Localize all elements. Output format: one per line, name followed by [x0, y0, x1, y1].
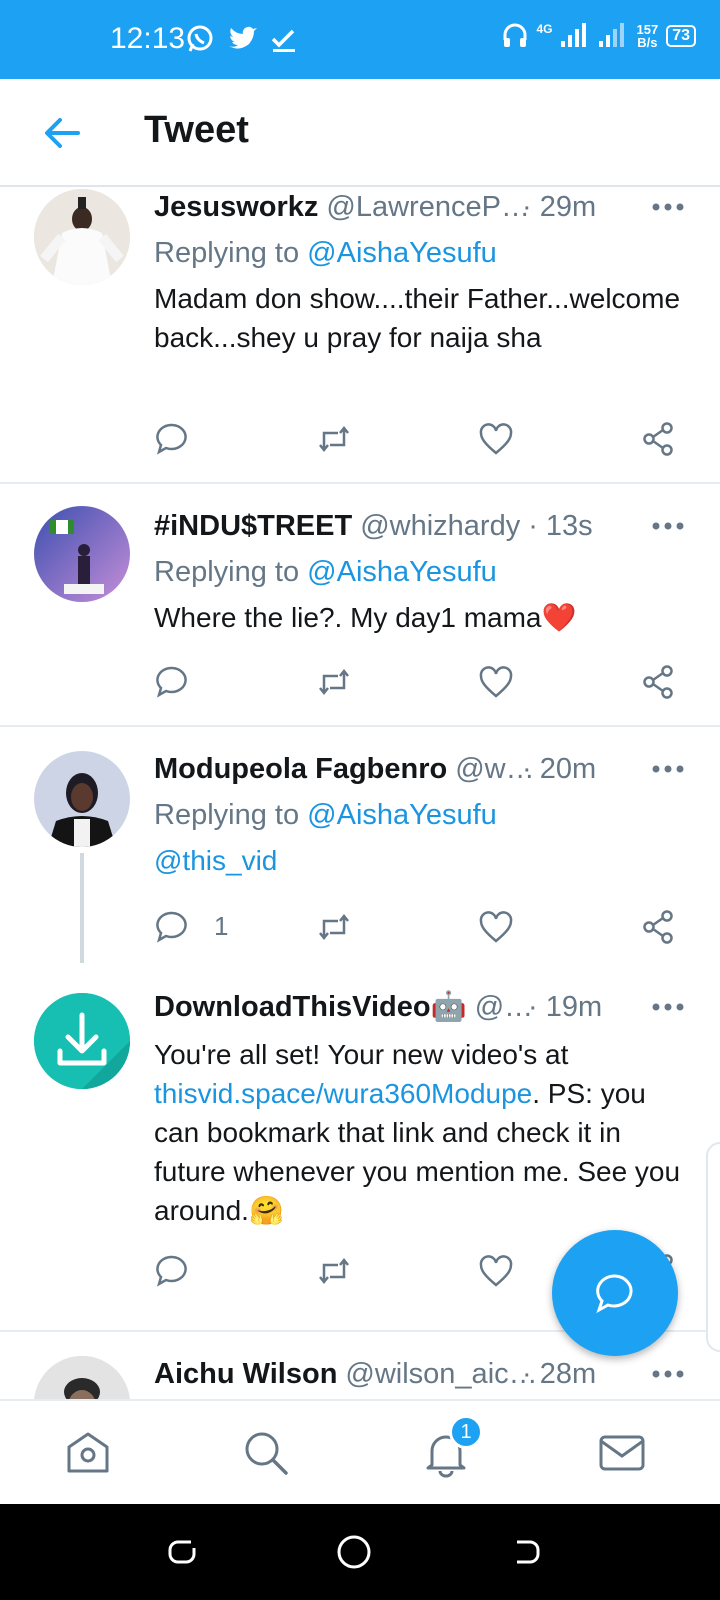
avatar[interactable]	[34, 751, 130, 847]
tweet-time: · 20m	[522, 753, 597, 785]
share-icon[interactable]	[640, 421, 676, 457]
recent-apps-icon[interactable]	[164, 1534, 200, 1570]
share-icon[interactable]	[640, 664, 676, 700]
home-icon[interactable]	[62, 1427, 114, 1479]
headphones-icon	[503, 23, 527, 47]
display-name[interactable]: Aichu Wilson	[154, 1358, 337, 1391]
more-options-icon[interactable]	[650, 759, 686, 779]
network-speed: 157 B/s	[636, 22, 659, 50]
mention-link[interactable]: @AishaYesufu	[307, 237, 497, 269]
tweet-feed[interactable]: Jesusworkz @LawrenceP… · 29m Replying to…	[0, 187, 720, 1399]
tweet-time: · 13s	[528, 509, 593, 542]
tweet-text: Madam don show....their Father...welcome…	[154, 283, 681, 353]
robot-emoji: 🤖	[430, 991, 467, 1023]
retweet-icon[interactable]	[316, 664, 352, 700]
avatar[interactable]	[34, 189, 130, 285]
reply-icon[interactable]	[154, 421, 190, 457]
tweet-time: · 29m	[522, 191, 597, 223]
user-handle[interactable]: @…	[475, 991, 533, 1024]
edge-panel-handle[interactable]	[706, 1142, 720, 1352]
home-button-icon[interactable]	[334, 1532, 374, 1572]
tweet-text: Where the lie?. My day1 mama❤️	[154, 602, 577, 633]
tweet-text: You're all set! Your new video's at this…	[154, 1039, 681, 1226]
thread-connector	[80, 853, 84, 963]
replying-to: Replying to @AishaYesufu	[154, 237, 497, 269]
reply-bubble-icon	[596, 1274, 633, 1314]
more-options-icon[interactable]	[650, 997, 686, 1017]
reply-count: 1	[214, 911, 229, 941]
display-name[interactable]: #iNDU$TREET	[154, 510, 352, 543]
avatar[interactable]	[34, 506, 130, 602]
retweet-icon[interactable]	[316, 909, 352, 945]
heart-icon[interactable]	[478, 1253, 514, 1289]
heart-icon[interactable]	[478, 421, 514, 457]
tweet-text-mention[interactable]: @this_vid	[154, 845, 277, 876]
user-handle[interactable]: @whizhardy	[360, 510, 520, 543]
signal-icon	[560, 23, 586, 47]
top-bar: Tweet	[0, 79, 720, 187]
compose-reply-button[interactable]	[552, 1230, 678, 1356]
checkmark-icon	[271, 29, 295, 52]
signal-icon-2	[598, 23, 624, 47]
tweet-actions	[154, 421, 694, 465]
replying-to: Replying to @AishaYesufu	[154, 556, 497, 588]
more-options-icon[interactable]	[650, 1364, 686, 1384]
display-name[interactable]: Jesusworkz	[154, 191, 318, 224]
tweet-time: · 19m	[528, 991, 603, 1023]
tweet-item[interactable]: Jesusworkz @LawrenceP… · 29m Replying to…	[0, 187, 720, 483]
tweet-actions	[154, 664, 694, 708]
more-options-icon[interactable]	[650, 197, 686, 217]
reply-icon[interactable]	[154, 664, 190, 700]
tweet-actions: 1	[154, 909, 694, 953]
heart-icon[interactable]	[478, 664, 514, 700]
messages-icon[interactable]	[596, 1427, 648, 1479]
mention-link[interactable]: @AishaYesufu	[307, 799, 497, 831]
replying-to: Replying to @AishaYesufu	[154, 799, 497, 831]
notification-badge: 1	[449, 1415, 483, 1449]
user-handle[interactable]: @wilson_aic…	[345, 1358, 537, 1391]
bottom-navigation: 1	[0, 1399, 720, 1504]
retweet-icon[interactable]	[316, 1253, 352, 1289]
page-title: Tweet	[144, 109, 249, 151]
search-icon[interactable]	[240, 1427, 292, 1479]
tweet-item[interactable]: #iNDU$TREET @whizhardy · 13s Replying to…	[0, 484, 720, 726]
video-link[interactable]: thisvid.space/wura360Modupe	[154, 1078, 532, 1109]
tweet-time: · 28m	[522, 1358, 597, 1390]
share-icon[interactable]	[640, 909, 676, 945]
display-name[interactable]: Modupeola Fagbenro	[154, 753, 447, 786]
avatar[interactable]	[34, 993, 130, 1089]
heart-icon[interactable]	[478, 909, 514, 945]
back-arrow-icon[interactable]	[38, 109, 86, 157]
mention-link[interactable]: @AishaYesufu	[307, 556, 497, 588]
network-type: 4G	[536, 22, 553, 36]
retweet-icon[interactable]	[316, 421, 352, 457]
twitter-icon	[229, 26, 257, 49]
display-name[interactable]: DownloadThisVideo	[154, 991, 431, 1024]
system-navigation-bar	[0, 1504, 720, 1600]
status-bar: 12:13 4G 157 B/s 73	[0, 0, 720, 79]
reply-icon[interactable]	[154, 909, 190, 945]
user-handle[interactable]: @LawrenceP…	[326, 191, 530, 224]
status-time: 12:13	[110, 22, 186, 55]
hugging-emoji: 🤗	[248, 1195, 284, 1226]
red-heart-emoji: ❤️	[541, 602, 577, 633]
avatar[interactable]	[34, 1356, 130, 1399]
battery-indicator: 73	[666, 25, 696, 47]
whatsapp-icon	[187, 25, 213, 52]
tweet-item[interactable]: Modupeola Fagbenro @w… · 20m Replying to…	[0, 727, 720, 963]
back-button-icon[interactable]	[508, 1534, 544, 1570]
more-options-icon[interactable]	[650, 516, 686, 536]
reply-icon[interactable]	[154, 1253, 190, 1289]
